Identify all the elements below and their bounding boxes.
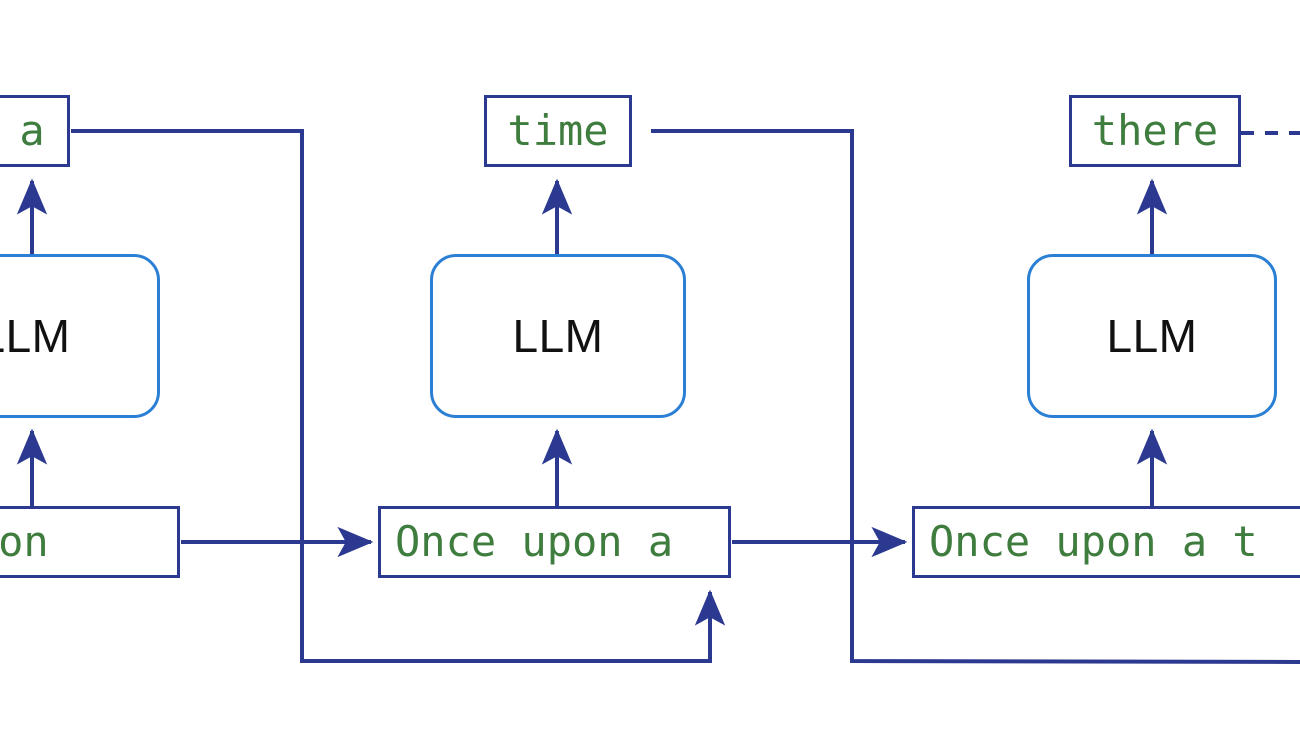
- llm-label-step-3: LLM: [1106, 310, 1198, 362]
- output-token-box-step-3: there: [1069, 95, 1241, 167]
- diagram-canvas: a time there LLM LLM LLM e upon Once upo…: [0, 0, 1300, 731]
- output-token-box-step-1: a: [0, 95, 70, 167]
- context-box-step-2: Once upon a: [378, 506, 731, 578]
- llm-label-step-2: LLM: [512, 310, 604, 362]
- llm-box-step-2: LLM: [430, 254, 686, 418]
- llm-box-step-1: LLM: [0, 254, 160, 418]
- output-token-label-step-3: there: [1091, 106, 1219, 155]
- context-box-step-3: Once upon a t: [912, 506, 1300, 578]
- output-token-box-step-2: time: [484, 95, 632, 167]
- context-text-step-1: e upon: [0, 517, 49, 566]
- llm-box-step-3: LLM: [1027, 254, 1277, 418]
- output-token-label-step-2: time: [507, 106, 609, 155]
- context-text-step-2: Once upon a: [395, 517, 674, 566]
- output-token-label-step-1: a: [19, 106, 45, 155]
- context-text-step-3: Once upon a t: [929, 517, 1258, 566]
- context-box-step-1: e upon: [0, 506, 180, 578]
- llm-label-step-1: LLM: [0, 310, 71, 362]
